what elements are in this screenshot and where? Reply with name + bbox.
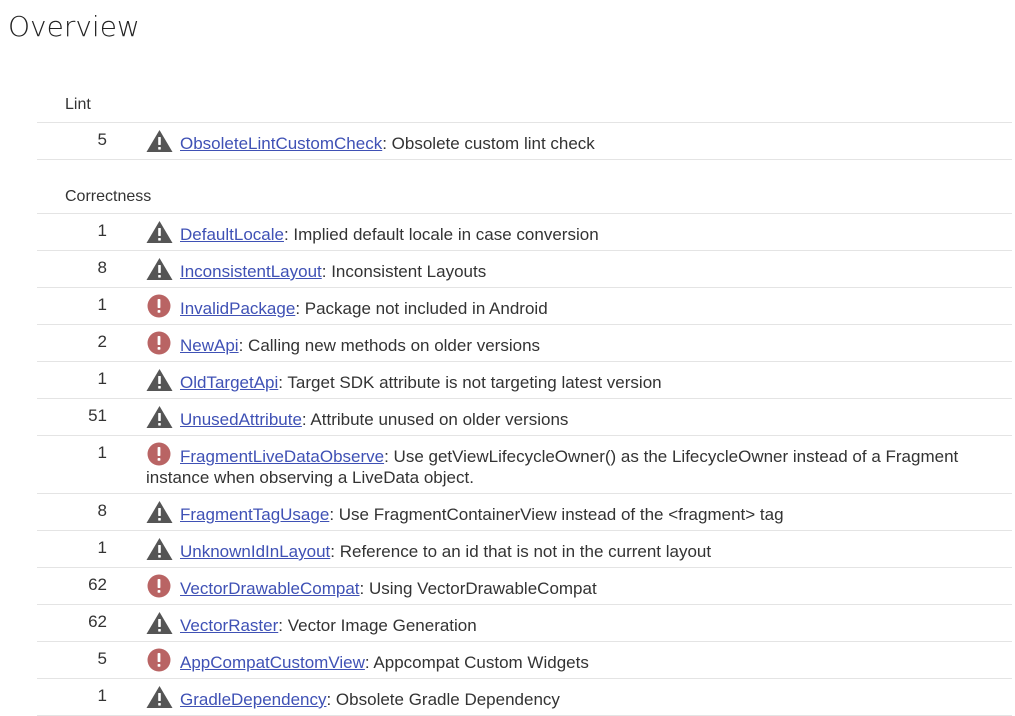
issue-description: AppCompatCustomView: Appcompat Custom Wi… bbox=[107, 641, 1012, 679]
category-spacer bbox=[37, 160, 1012, 181]
issue-row: 1 DefaultLocale: Implied default locale i… bbox=[37, 213, 1012, 251]
issue-description: NewApi: Calling new methods on older ver… bbox=[107, 324, 1012, 362]
issue-summary: : Inconsistent Layouts bbox=[321, 262, 487, 281]
issue-description: OldTargetApi: Target SDK attribute is no… bbox=[107, 361, 1012, 399]
issue-row: 8 InconsistentLayout: Inconsistent Layout… bbox=[37, 250, 1012, 288]
issue-summary: : Reference to an id that is not in the … bbox=[330, 542, 712, 561]
issue-description: InvalidPackage: Package not included in … bbox=[107, 287, 1012, 325]
issue-link[interactable]: InconsistentLayout bbox=[180, 262, 322, 281]
issue-link[interactable]: NewApi bbox=[180, 336, 239, 355]
issue-link[interactable]: UnusedAttribute bbox=[180, 410, 302, 429]
category-header-correctness: Correctness bbox=[37, 180, 1012, 214]
error-icon bbox=[146, 442, 173, 466]
warning-icon bbox=[146, 611, 173, 635]
issue-description: VectorRaster: Vector Image Generation bbox=[107, 604, 1012, 642]
issue-row: 62 VectorRaster: Vector Image Generation bbox=[37, 604, 1012, 642]
issue-count: 8 bbox=[37, 493, 107, 531]
issue-count: 5 bbox=[37, 122, 107, 160]
issue-row: 5 AppCompatCustomView: Appcompat Custom W… bbox=[37, 641, 1012, 679]
issue-description: ObsoleteLintCustomCheck: Obsolete custom… bbox=[107, 122, 1012, 160]
issue-summary: : Use FragmentContainerView instead of t… bbox=[329, 505, 784, 524]
issue-count: 1 bbox=[37, 435, 107, 494]
issue-summary: : Attribute unused on older versions bbox=[301, 410, 569, 429]
warning-icon bbox=[146, 257, 173, 281]
issue-count: 2 bbox=[37, 324, 107, 362]
issue-link[interactable]: UnknownIdInLayout bbox=[180, 542, 330, 561]
issue-row: 1 UnknownIdInLayout: Reference to an id t… bbox=[37, 530, 1012, 568]
issue-row: 1 InvalidPackage: Package not included in… bbox=[37, 287, 1012, 325]
issue-link[interactable]: DefaultLocale bbox=[180, 225, 284, 244]
issue-summary: : Implied default locale in case convers… bbox=[283, 225, 599, 244]
issue-description: UnusedAttribute: Attribute unused on old… bbox=[107, 398, 1012, 436]
issue-link[interactable]: FragmentLiveDataObserve bbox=[180, 447, 384, 466]
issue-description: UnknownIdInLayout: Reference to an id th… bbox=[107, 530, 1012, 568]
warning-icon bbox=[146, 368, 173, 392]
category-label: Correctness bbox=[65, 188, 152, 205]
issue-link[interactable]: GradleDependency bbox=[180, 690, 326, 709]
issue-summary: : Using VectorDrawableCompat bbox=[359, 579, 597, 598]
issue-summary: : Calling new methods on older versions bbox=[238, 336, 541, 355]
issue-description: DefaultLocale: Implied default locale in… bbox=[107, 213, 1012, 251]
issue-count: 8 bbox=[37, 250, 107, 288]
issue-row: 62 VectorDrawableCompat: Using VectorDraw… bbox=[37, 567, 1012, 605]
issue-description: VectorDrawableCompat: Using VectorDrawab… bbox=[107, 567, 1012, 605]
issue-summary: : Obsolete custom lint check bbox=[382, 134, 595, 153]
issue-count: 1 bbox=[37, 361, 107, 399]
issue-link[interactable]: ObsoleteLintCustomCheck bbox=[180, 134, 382, 153]
page-title: Overview bbox=[8, 10, 140, 43]
warning-icon bbox=[146, 220, 173, 244]
issue-link[interactable]: VectorRaster bbox=[180, 616, 278, 635]
issue-count: 1 bbox=[37, 213, 107, 251]
warning-icon bbox=[146, 537, 173, 561]
issue-description: FragmentLiveDataObserve: Use getViewLife… bbox=[107, 435, 1012, 494]
category-header-lint: Lint bbox=[37, 86, 1012, 123]
issue-count: 51 bbox=[37, 398, 107, 436]
issue-row: 1 OldTargetApi: Target SDK attribute is n… bbox=[37, 361, 1012, 399]
issue-description: InconsistentLayout: Inconsistent Layouts bbox=[107, 250, 1012, 288]
warning-icon bbox=[146, 500, 173, 524]
issue-link[interactable]: FragmentTagUsage bbox=[180, 505, 329, 524]
issue-row: 51 UnusedAttribute: Attribute unused on o… bbox=[37, 398, 1012, 436]
issue-count: 1 bbox=[37, 287, 107, 325]
issue-count: 1 bbox=[37, 678, 107, 716]
issue-link[interactable]: OldTargetApi bbox=[180, 373, 278, 392]
issue-link[interactable]: AppCompatCustomView bbox=[180, 653, 365, 672]
issue-row: 1 FragmentLiveDataObserve: Use getViewLif… bbox=[37, 435, 1012, 494]
error-icon bbox=[146, 294, 173, 318]
issue-summary: : Target SDK attribute is not targeting … bbox=[278, 373, 662, 392]
issue-count: 62 bbox=[37, 604, 107, 642]
issue-row: 1 GradleDependency: Obsolete Gradle Depen… bbox=[37, 678, 1012, 716]
error-icon bbox=[146, 648, 173, 672]
issue-description: GradleDependency: Obsolete Gradle Depend… bbox=[107, 678, 1012, 716]
issue-row: 5 ObsoleteLintCustomCheck: Obsolete custo… bbox=[37, 122, 1012, 160]
error-icon bbox=[146, 331, 173, 355]
warning-icon bbox=[146, 685, 173, 709]
issue-link[interactable]: VectorDrawableCompat bbox=[180, 579, 360, 598]
issue-count: 62 bbox=[37, 567, 107, 605]
issue-row: 8 FragmentTagUsage: Use FragmentContainer… bbox=[37, 493, 1012, 531]
issue-summary: : Vector Image Generation bbox=[278, 616, 477, 635]
issue-link[interactable]: InvalidPackage bbox=[180, 299, 295, 318]
overview-table: Lint 5 ObsoleteLintCustomCheck: Obsolete c… bbox=[37, 86, 1012, 716]
warning-icon bbox=[146, 405, 173, 429]
issue-row: 2 NewApi: Calling new methods on older ve… bbox=[37, 324, 1012, 362]
issue-count: 5 bbox=[37, 641, 107, 679]
error-icon bbox=[146, 574, 173, 598]
category-label: Lint bbox=[65, 95, 91, 113]
issue-summary: : Package not included in Android bbox=[295, 299, 548, 318]
issue-description: FragmentTagUsage: Use FragmentContainerV… bbox=[107, 493, 1012, 531]
issue-summary: : Obsolete Gradle Dependency bbox=[326, 690, 560, 709]
issue-summary: : Appcompat Custom Widgets bbox=[364, 653, 589, 672]
warning-icon bbox=[146, 129, 173, 153]
issue-count: 1 bbox=[37, 530, 107, 568]
